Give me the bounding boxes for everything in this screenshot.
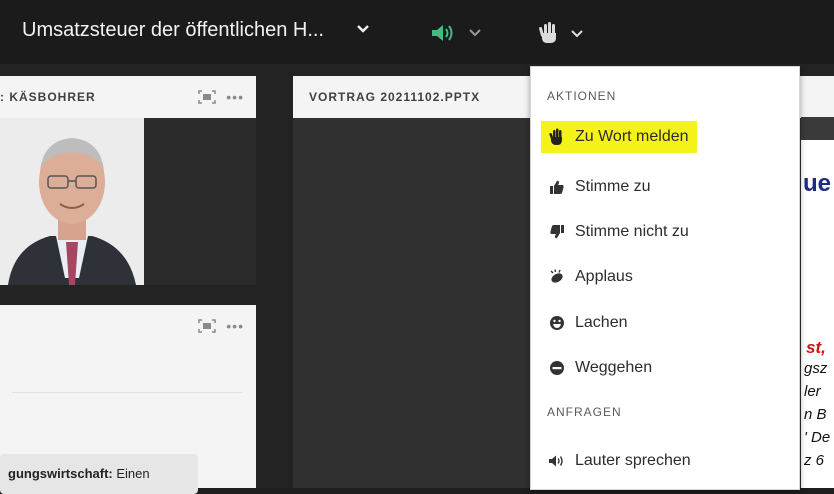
applause-icon [547,268,567,286]
video-pod-header: : KÄSBOHRER ••• [0,76,256,119]
status-menu: AKTIONEN Zu Wort melden Stimme zu Stimme… [530,66,800,490]
slide-text-line: z 6 [804,452,825,469]
chat-pod-header: ••• [0,305,256,347]
pod-menu-icon[interactable]: ••• [226,90,244,104]
meeting-title[interactable]: Umsatzsteuer der öffentlichen H... [22,19,324,42]
raise-hand-icon [539,22,556,43]
divider [12,392,242,393]
menu-item-label: Stimme nicht zu [575,223,689,240]
menu-item-label: Lachen [575,314,628,331]
video-feed [0,118,256,285]
menu-section-requests: ANFRAGEN [547,405,622,419]
video-pod-title: : KÄSBOHRER [0,90,96,104]
menu-item-label: Zu Wort melden [575,128,689,145]
top-bar: Umsatzsteuer der öffentlichen H... [0,0,834,64]
menu-item-label: Stimme zu [575,178,651,195]
menu-item-applause[interactable]: Applaus [541,261,639,293]
slide-top-bar [801,117,834,141]
menu-item-laugh[interactable]: Lachen [541,307,634,339]
slide-text-line: ' De [804,429,831,446]
pod-menu-icon[interactable]: ••• [226,319,244,333]
menu-item-label: Lauter sprechen [575,452,691,469]
menu-item-raise-hand[interactable]: Zu Wort melden [541,121,697,153]
chevron-down-icon [469,29,481,37]
slide-highlight-text: st, [806,338,826,357]
slide-heading: ue [803,170,832,197]
menu-item-agree[interactable]: Stimme zu [541,171,657,203]
menu-item-label: Weggehen [575,359,653,376]
video-pod: : KÄSBOHRER ••• [0,76,256,285]
chat-message-text: gungswirtschaft: Einen [8,466,150,481]
fullscreen-icon[interactable] [198,319,217,333]
chat-message: gungswirtschaft: Einen [0,454,198,494]
step-away-icon [547,359,567,377]
chevron-down-icon[interactable] [356,24,370,34]
menu-item-disagree[interactable]: Stimme nicht zu [541,216,695,248]
slide-text-line: gsz [804,360,828,377]
thumbs-down-icon [547,223,567,241]
speak-louder-icon [547,452,567,470]
chat-message-sender: gungswirtschaft: [8,466,113,481]
chat-message-body: Einen [112,466,150,481]
chevron-down-icon [571,30,583,38]
participant-photo [0,118,144,285]
laugh-icon [547,314,567,332]
menu-item-label: Applaus [575,268,633,285]
slide-text-line: ler [804,383,821,400]
fullscreen-icon[interactable] [198,90,217,104]
chat-pod: ••• gungswirtschaft: Einen [0,305,256,494]
speaker-button[interactable] [430,22,494,44]
share-pod-title: VORTRAG 20211102.PPTX [309,90,481,104]
menu-item-step-away[interactable]: Weggehen [541,352,658,384]
status-button[interactable] [536,20,594,46]
menu-section-actions: AKTIONEN [547,89,617,103]
speaker-icon [432,25,453,41]
thumbs-up-icon [547,178,567,196]
menu-item-speak-louder[interactable]: Lauter sprechen [541,445,697,477]
slide-text-line: n B [804,406,827,423]
raise-hand-icon [547,128,567,146]
